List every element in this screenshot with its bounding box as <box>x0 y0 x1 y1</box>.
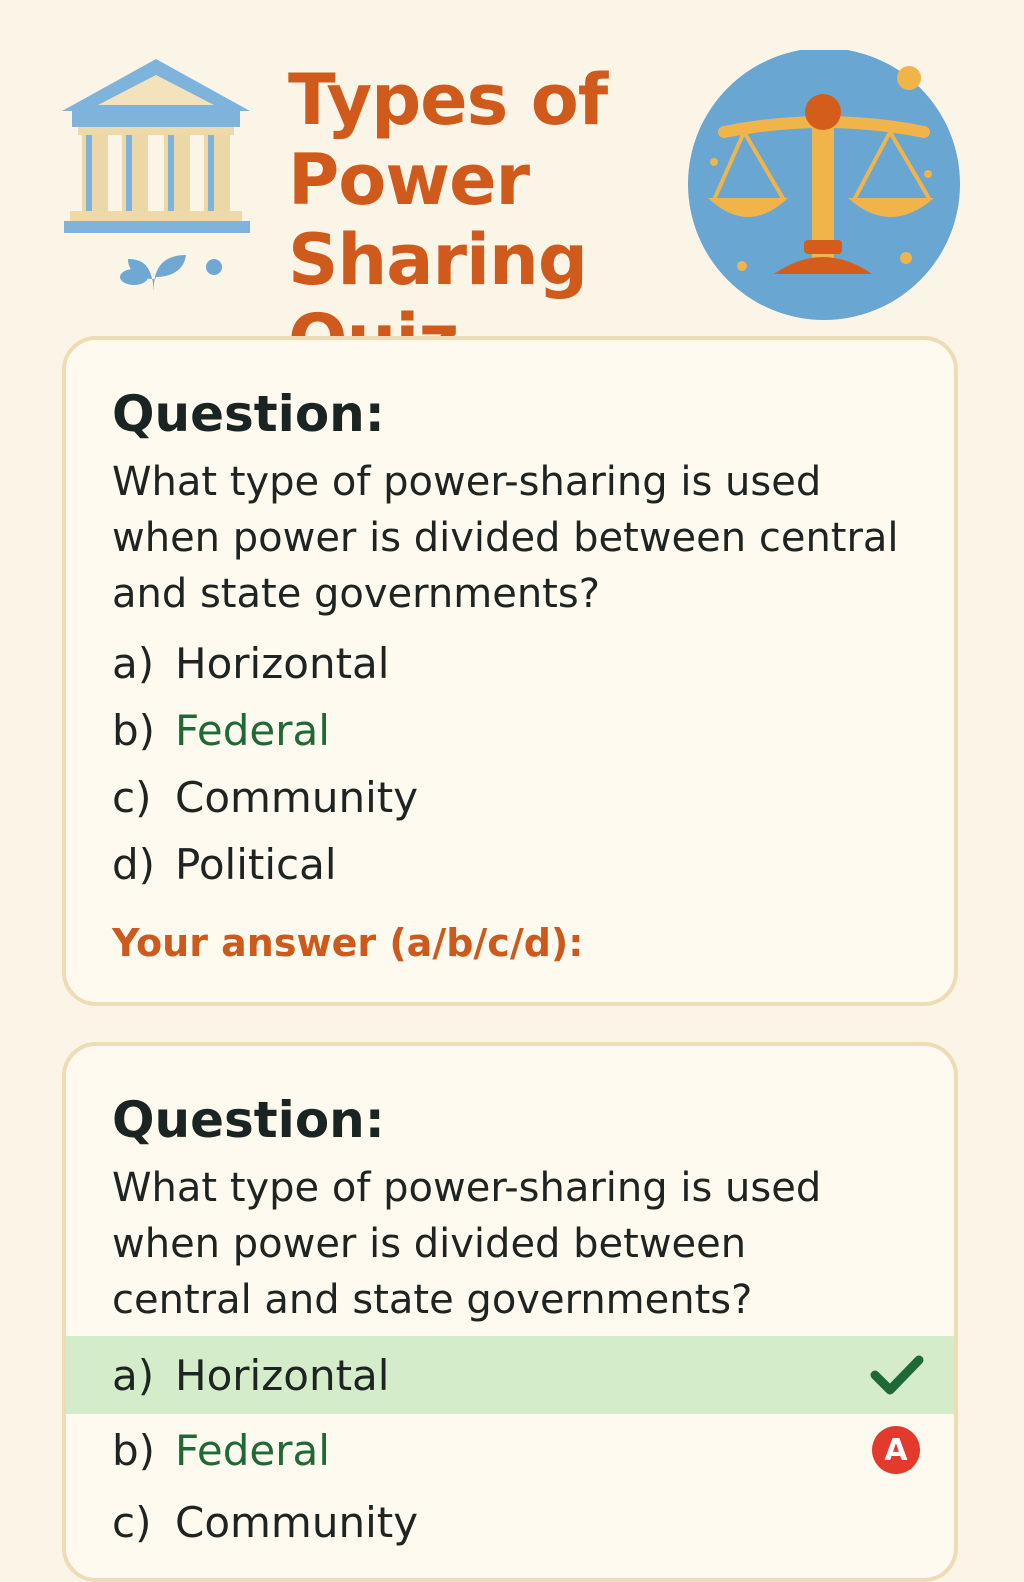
question-text: What type of power-sharing is used when … <box>112 459 899 617</box>
checkmark-icon <box>870 1355 924 1395</box>
option-text: Community <box>175 773 419 822</box>
question-label: Question: <box>112 1091 385 1149</box>
page-title: Types of Power Sharing Quiz <box>288 59 608 380</box>
option-d[interactable]: d) Political <box>66 831 954 898</box>
question-text: What type of power-sharing is used when … <box>112 1165 822 1323</box>
option-text: Federal <box>175 1425 330 1475</box>
option-text: Community <box>175 1497 419 1547</box>
option-text: Horizontal <box>175 1350 390 1400</box>
option-letter: b) <box>112 706 156 755</box>
option-a[interactable]: a) Horizontal <box>66 1336 954 1414</box>
option-c[interactable]: c) Community <box>66 1486 954 1558</box>
answer-options: a) Horizontal b) Federal A c) Community <box>66 1336 954 1558</box>
option-text: Political <box>175 840 337 889</box>
option-letter: a) <box>112 1350 155 1400</box>
question-card: Question: What type of power-sharing is … <box>62 336 958 1006</box>
option-letter: c) <box>112 773 152 822</box>
option-text: Federal <box>175 706 330 755</box>
question-label: Question: <box>112 385 385 443</box>
question-card: Question: What type of power-sharing is … <box>62 1042 958 1582</box>
classical-building-icon <box>62 59 250 291</box>
option-c[interactable]: c) Community <box>66 764 954 831</box>
option-letter: b) <box>112 1425 156 1475</box>
badge-a-icon: A <box>872 1426 920 1474</box>
answer-options: a) Horizontal b) Federal c) Community d)… <box>66 630 954 898</box>
option-letter: c) <box>112 1497 152 1547</box>
option-b[interactable]: b) Federal <box>66 697 954 764</box>
option-letter: a) <box>112 639 155 688</box>
answer-prompt: Your answer (a/b/c/d): <box>112 921 584 965</box>
page-header: Types of Power Sharing Quiz <box>0 0 1024 380</box>
option-b[interactable]: b) Federal A <box>66 1414 954 1486</box>
option-a[interactable]: a) Horizontal <box>66 630 954 697</box>
option-letter: d) <box>112 840 156 889</box>
option-text: Horizontal <box>175 639 390 688</box>
